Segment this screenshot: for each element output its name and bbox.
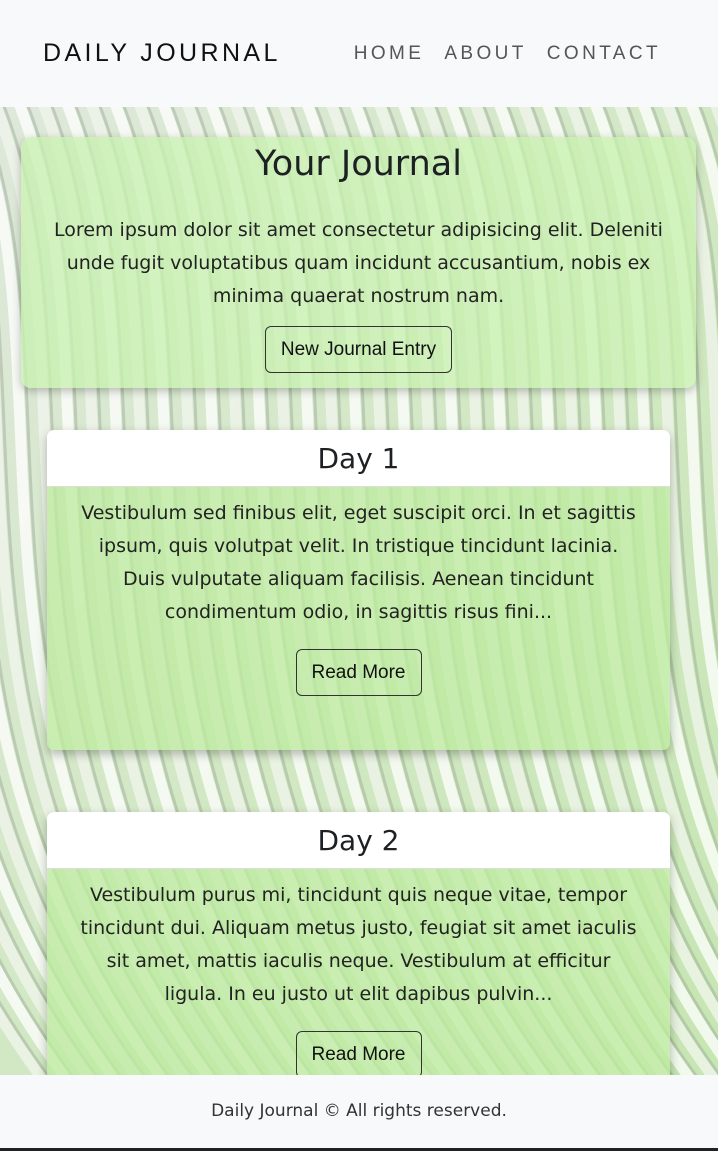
journal-entry-card: Day 1 Vestibulum sed finibus elit, eget … <box>47 430 670 750</box>
new-entry-button[interactable]: New Journal Entry <box>264 326 453 373</box>
hero-text: Lorem ipsum dolor sit amet consectetur a… <box>54 219 663 307</box>
navbar: DAILY JOURNAL HOME ABOUT CONTACT <box>0 0 718 107</box>
nav-home-link[interactable]: HOME <box>354 43 425 65</box>
brand-logo[interactable]: DAILY JOURNAL <box>43 39 281 68</box>
footer: Daily Journal © All rights reserved. <box>0 1075 718 1148</box>
entry-body: Vestibulum sed finibus elit, eget suscip… <box>47 497 670 696</box>
nav-about-link[interactable]: ABOUT <box>444 43 526 65</box>
entry-excerpt: Vestibulum purus mi, tincidunt quis nequ… <box>80 884 637 1005</box>
entry-excerpt: Vestibulum sed finibus elit, eget suscip… <box>81 502 636 623</box>
entry-title: Day 2 <box>47 812 670 869</box>
nav-contact-link[interactable]: CONTACT <box>547 43 661 65</box>
hero-card: Your Journal Lorem ipsum dolor sit amet … <box>21 137 696 388</box>
entry-title: Day 1 <box>47 430 670 487</box>
journal-entry-card: Day 2 Vestibulum purus mi, tincidunt qui… <box>47 812 670 1102</box>
read-more-button[interactable]: Read More <box>295 1031 422 1078</box>
hero-title: Your Journal <box>255 144 462 184</box>
read-more-button[interactable]: Read More <box>295 649 422 696</box>
nav-links: HOME ABOUT CONTACT <box>354 43 675 65</box>
footer-copyright: Daily Journal © All rights reserved. <box>211 1101 507 1121</box>
entry-body: Vestibulum purus mi, tincidunt quis nequ… <box>47 879 670 1078</box>
